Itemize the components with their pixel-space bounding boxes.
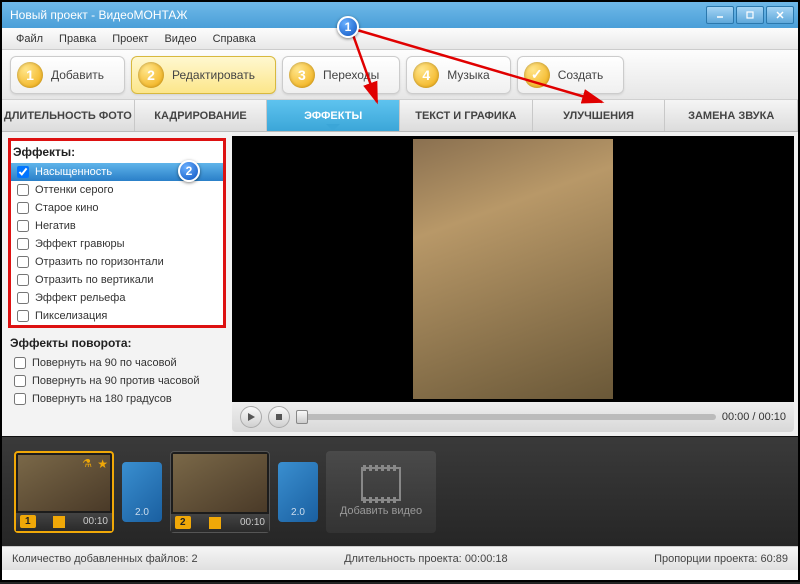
transition-slot[interactable]: 2.0 bbox=[122, 462, 162, 522]
clip-thumb: ⚗★ bbox=[18, 455, 110, 511]
timeline-clip[interactable]: ⚗★ 100:10 bbox=[14, 451, 114, 533]
steps-bar: 1Добавить 2Редактировать 3Переходы 4Музы… bbox=[2, 50, 798, 100]
effect-item[interactable]: Отразить по горизонтали bbox=[11, 253, 223, 271]
tab-audio-replace[interactable]: ЗАМЕНА ЗВУКА bbox=[665, 100, 798, 131]
menu-edit[interactable]: Правка bbox=[51, 31, 104, 47]
annotation-badge-2: 2 bbox=[178, 160, 200, 182]
rotate-item[interactable]: Повернуть на 90 по часовой bbox=[8, 354, 226, 372]
menu-file[interactable]: Файл bbox=[8, 31, 51, 47]
play-button[interactable] bbox=[240, 406, 262, 428]
menu-help[interactable]: Справка bbox=[205, 31, 264, 47]
effect-item[interactable]: Негатив bbox=[11, 217, 223, 235]
timeline: ⚗★ 100:10 2.0 200:10 2.0 Добавить видео bbox=[2, 436, 798, 546]
effect-checkbox[interactable] bbox=[17, 292, 29, 304]
effect-item[interactable]: Старое кино bbox=[11, 199, 223, 217]
seek-slider[interactable] bbox=[296, 414, 716, 420]
effect-checkbox[interactable] bbox=[17, 238, 29, 250]
step-num-icon: 4 bbox=[413, 62, 439, 88]
effect-item[interactable]: Отразить по вертикали bbox=[11, 271, 223, 289]
tab-enhancements[interactable]: УЛУЧШЕНИЯ bbox=[533, 100, 666, 131]
time-display: 00:00 / 00:10 bbox=[722, 411, 786, 423]
rotate-list: Повернуть на 90 по часовой Повернуть на … bbox=[8, 354, 226, 408]
effect-checkbox[interactable] bbox=[17, 274, 29, 286]
tab-crop[interactable]: КАДРИРОВАНИЕ bbox=[135, 100, 268, 131]
video-frame bbox=[413, 139, 613, 399]
clip-index: 2 bbox=[175, 516, 191, 529]
minimize-button[interactable] bbox=[706, 6, 734, 24]
check-icon: ✓ bbox=[524, 62, 550, 88]
rotate-title: Эффекты поворота: bbox=[8, 332, 226, 354]
effect-checkbox[interactable] bbox=[17, 220, 29, 232]
close-button[interactable] bbox=[766, 6, 794, 24]
tab-effects[interactable]: ЭФФЕКТЫ bbox=[267, 100, 400, 131]
effects-list[interactable]: Насыщенность Оттенки серого Старое кино … bbox=[11, 163, 223, 325]
annotation-badge-1: 1 bbox=[337, 16, 359, 38]
rotate-checkbox[interactable] bbox=[14, 357, 26, 369]
step-add[interactable]: 1Добавить bbox=[10, 56, 125, 94]
effect-item[interactable]: Пикселизация bbox=[11, 307, 223, 325]
step-edit[interactable]: 2Редактировать bbox=[131, 56, 276, 94]
effect-checkbox[interactable] bbox=[17, 184, 29, 196]
timeline-clip[interactable]: 2 00:10 bbox=[170, 451, 270, 533]
clip-duration: 00:10 bbox=[240, 517, 265, 528]
flask-icon: ⚗ bbox=[82, 457, 92, 470]
clip-thumb bbox=[173, 454, 267, 512]
player-controls: 00:00 / 00:10 bbox=[232, 402, 794, 432]
step-num-icon: 3 bbox=[289, 62, 315, 88]
star-icon: ★ bbox=[97, 457, 108, 471]
app-window: Новый проект - ВидеоМОНТАЖ Файл Правка П… bbox=[0, 0, 800, 582]
menu-project[interactable]: Проект bbox=[104, 31, 156, 47]
rotate-checkbox[interactable] bbox=[14, 375, 26, 387]
step-num-icon: 2 bbox=[138, 62, 164, 88]
subtabs: ДЛИТЕЛЬНОСТЬ ФОТО КАДРИРОВАНИЕ ЭФФЕКТЫ Т… bbox=[2, 100, 798, 132]
menu-video[interactable]: Видео bbox=[156, 31, 204, 47]
step-music[interactable]: 4Музыка bbox=[406, 56, 510, 94]
maximize-button[interactable] bbox=[736, 6, 764, 24]
workarea: Эффекты: Насыщенность Оттенки серого Ста… bbox=[2, 132, 798, 436]
statusbar: Количество добавленных файлов: 2 Длитель… bbox=[2, 546, 798, 570]
rotate-item[interactable]: Повернуть на 180 градусов bbox=[8, 390, 226, 408]
effect-item[interactable]: Оттенки серого bbox=[11, 181, 223, 199]
step-num-icon: 1 bbox=[17, 62, 43, 88]
video-canvas bbox=[232, 136, 794, 402]
pencil-icon[interactable] bbox=[53, 516, 65, 528]
add-video-button[interactable]: Добавить видео bbox=[326, 451, 436, 533]
step-transitions[interactable]: 3Переходы bbox=[282, 56, 400, 94]
effect-checkbox[interactable] bbox=[17, 256, 29, 268]
effect-item[interactable]: Эффект гравюры bbox=[11, 235, 223, 253]
effect-item[interactable]: Эффект рельефа bbox=[11, 289, 223, 307]
titlebar: Новый проект - ВидеоМОНТАЖ bbox=[2, 2, 798, 28]
pencil-icon[interactable] bbox=[209, 517, 221, 529]
rotate-checkbox[interactable] bbox=[14, 393, 26, 405]
menubar: Файл Правка Проект Видео Справка bbox=[2, 28, 798, 50]
seek-knob[interactable] bbox=[296, 410, 308, 424]
clip-duration: 00:10 bbox=[83, 516, 108, 527]
effect-checkbox[interactable] bbox=[17, 202, 29, 214]
transition-slot[interactable]: 2.0 bbox=[278, 462, 318, 522]
tab-duration[interactable]: ДЛИТЕЛЬНОСТЬ ФОТО bbox=[2, 100, 135, 131]
rotate-item[interactable]: Повернуть на 90 против часовой bbox=[8, 372, 226, 390]
tab-text-graphics[interactable]: ТЕКСТ И ГРАФИКА bbox=[400, 100, 533, 131]
effect-checkbox[interactable] bbox=[17, 310, 29, 322]
stop-button[interactable] bbox=[268, 406, 290, 428]
step-create[interactable]: ✓Создать bbox=[517, 56, 625, 94]
clip-index: 1 bbox=[20, 515, 36, 528]
preview-pane: 00:00 / 00:10 bbox=[232, 132, 798, 436]
effect-checkbox[interactable] bbox=[17, 166, 29, 178]
film-icon bbox=[361, 467, 401, 501]
